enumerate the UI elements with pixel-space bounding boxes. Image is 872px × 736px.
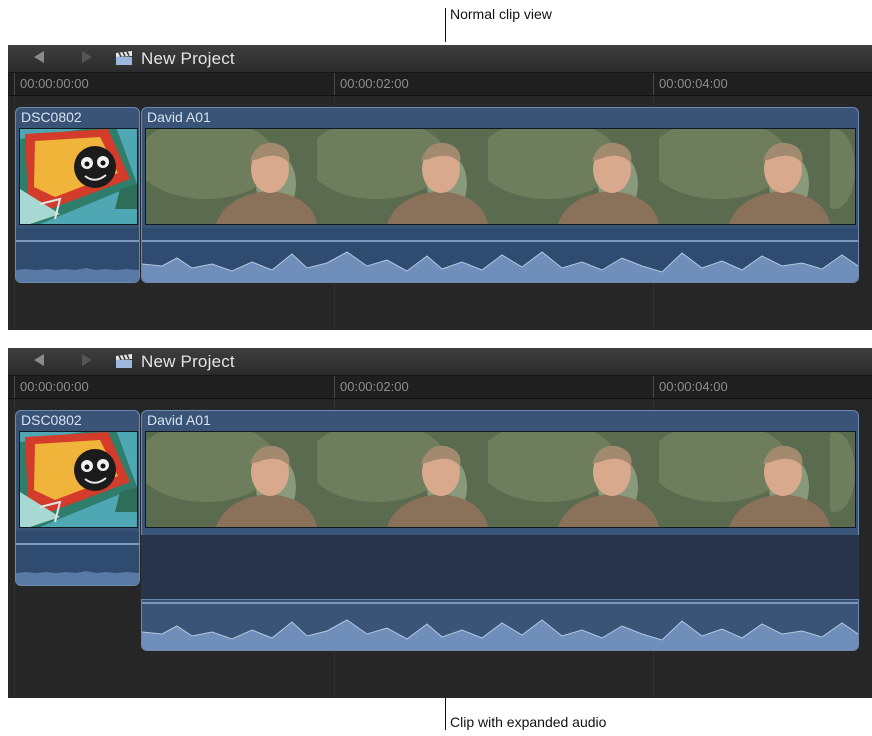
- video-frame: [317, 432, 489, 527]
- clip-title: David A01: [147, 412, 211, 428]
- audio-track: [142, 228, 858, 282]
- decorated-box-thumbnail: [20, 129, 137, 224]
- callout-normal-clip-view: Normal clip view: [450, 6, 552, 22]
- timeline-toolbar: New Project: [8, 45, 872, 73]
- ruler-label: 00:00:02:00: [340, 379, 409, 394]
- video-frame: [146, 432, 318, 527]
- video-frame: [830, 432, 855, 527]
- ruler-mark: [14, 73, 15, 95]
- audio-track: [16, 228, 139, 282]
- video-frame: [659, 432, 831, 527]
- back-button[interactable]: [28, 50, 50, 66]
- ruler-mark: [334, 73, 335, 95]
- video-frame: [488, 432, 660, 527]
- ruler-mark: [14, 376, 15, 398]
- callout-line-top: [445, 8, 446, 42]
- forward-button[interactable]: [76, 50, 98, 66]
- clip-thumbnail: [19, 431, 138, 528]
- triangle-left-icon: [34, 51, 44, 63]
- timeline-toolbar: New Project: [8, 348, 872, 376]
- triangle-right-icon: [82, 354, 92, 366]
- ruler-label: 00:00:04:00: [659, 76, 728, 91]
- decorated-box-thumbnail: [20, 432, 137, 527]
- clip-thumbnail: [19, 128, 138, 225]
- expanded-audio-gap: [141, 535, 859, 599]
- clip-dsc0802[interactable]: DSC0802: [15, 107, 140, 283]
- clip-dsc0802[interactable]: DSC0802: [15, 410, 140, 586]
- video-frame: [146, 129, 318, 224]
- timecode-ruler[interactable]: 00:00:00:00 00:00:02:00 00:00:04:00: [8, 376, 872, 399]
- audio-waveform: [142, 251, 858, 282]
- video-frame: [488, 129, 660, 224]
- clip-title: DSC0802: [21, 412, 82, 428]
- audio-track: [16, 531, 139, 585]
- triangle-left-icon: [34, 354, 44, 366]
- triangle-right-icon: [82, 51, 92, 63]
- video-frame: [317, 129, 489, 224]
- video-frame: [659, 129, 831, 224]
- clip-david-a01[interactable]: David A01: [141, 107, 859, 283]
- audio-divider: [142, 240, 858, 242]
- ruler-label: 00:00:00:00: [20, 76, 89, 91]
- audio-waveform: [16, 268, 139, 282]
- ruler-mark: [653, 376, 654, 398]
- ruler-label: 00:00:00:00: [20, 379, 89, 394]
- project-name[interactable]: New Project: [141, 352, 235, 372]
- clip-filmstrip: [145, 128, 856, 225]
- clip-filmstrip: [145, 431, 856, 528]
- ruler-mark: [334, 376, 335, 398]
- ruler-label: 00:00:04:00: [659, 379, 728, 394]
- clapperboard-icon: [116, 51, 132, 65]
- project-name[interactable]: New Project: [141, 49, 235, 69]
- callout-line-bottom: [445, 698, 446, 730]
- audio-divider: [16, 240, 139, 242]
- audio-divider: [16, 543, 139, 545]
- audio-waveform: [142, 619, 858, 650]
- timeline-panel-normal: New Project 00:00:00:00 00:00:02:00 00:0…: [8, 45, 872, 330]
- callout-expanded-audio: Clip with expanded audio: [450, 714, 607, 730]
- clip-david-a01[interactable]: David A01: [141, 410, 859, 537]
- audio-waveform: [16, 571, 139, 585]
- audio-divider: [142, 602, 858, 604]
- video-frame: [830, 129, 855, 224]
- clapperboard-icon: [116, 354, 132, 368]
- clip-title: DSC0802: [21, 109, 82, 125]
- clip-title: David A01: [147, 109, 211, 125]
- ruler-label: 00:00:02:00: [340, 76, 409, 91]
- timecode-ruler[interactable]: 00:00:00:00 00:00:02:00 00:00:04:00: [8, 73, 872, 96]
- back-button[interactable]: [28, 353, 50, 369]
- ruler-mark: [653, 73, 654, 95]
- timeline-panel-expanded: New Project 00:00:00:00 00:00:02:00 00:0…: [8, 348, 872, 698]
- clip-david-a01-audio[interactable]: [141, 599, 859, 651]
- forward-button[interactable]: [76, 353, 98, 369]
